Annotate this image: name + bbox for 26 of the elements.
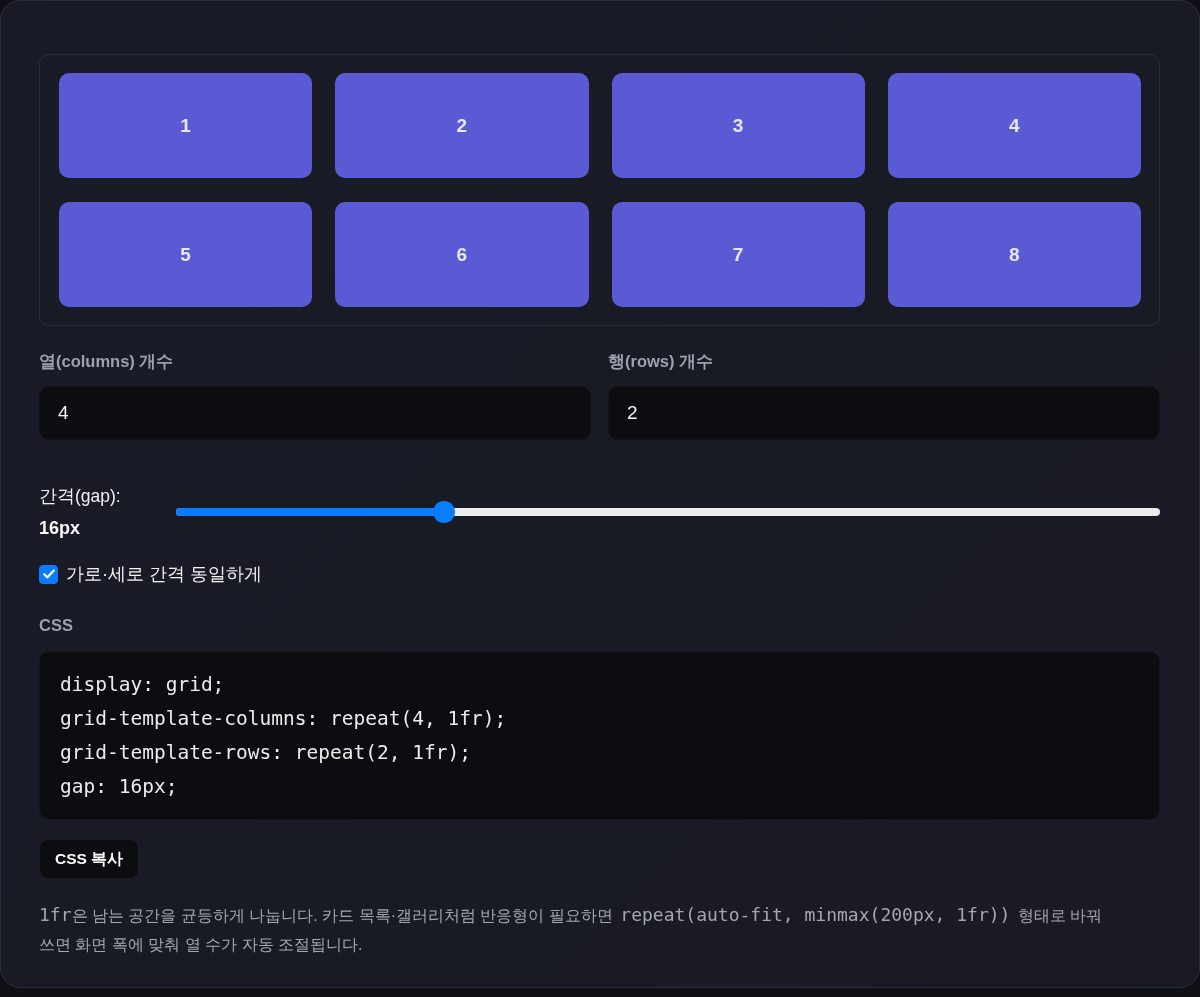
code-line: grid-template-rows: repeat(2, 1fr); <box>60 740 472 766</box>
copy-css-button[interactable]: CSS 복사 <box>39 839 140 879</box>
code-line: display: grid; <box>60 672 226 698</box>
code-line: grid-template-columns: repeat(4, 1fr); <box>60 706 508 732</box>
number-input[interactable]: 2 <box>608 386 1160 440</box>
section-label: CSS <box>39 615 73 635</box>
grid-tile: 4 <box>887 73 1141 178</box>
gap-slider[interactable] <box>176 501 1160 523</box>
gap-value: 16px <box>39 517 81 540</box>
hint-text: 1fr은 남는 공간을 균등하게 나눕니다. 카드 목록·갤러리처럼 반응형이 필요하면 repeat(auto-fit, minmax(200px, 1fr)) 형태로 바꿔 쓰면 화면 폭에 맞춰 열 수가 자동 조절됩니다. <box>39 903 1104 955</box>
grid-tile: 5 <box>59 202 313 307</box>
grid-tile: 8 <box>887 202 1141 307</box>
checkbox[interactable] <box>39 564 58 584</box>
checkbox-label: 가로·세로 간격 동일하게 <box>66 563 262 586</box>
code-line: gap: 16px; <box>60 774 179 800</box>
field-label: 행(rows) 개수 <box>608 351 714 371</box>
grid-tile: 1 <box>59 73 313 178</box>
slider-thumb[interactable] <box>432 501 455 523</box>
grid-tile: 3 <box>611 73 865 178</box>
grid-tile: 2 <box>335 73 589 178</box>
grid-tile: 7 <box>611 202 865 307</box>
field-label: 열(columns) 개수 <box>39 351 174 371</box>
number-input[interactable]: 4 <box>39 386 591 440</box>
grid-tile: 6 <box>335 202 589 307</box>
check-icon <box>42 569 55 579</box>
gap-label: 간격(gap): <box>39 485 121 508</box>
